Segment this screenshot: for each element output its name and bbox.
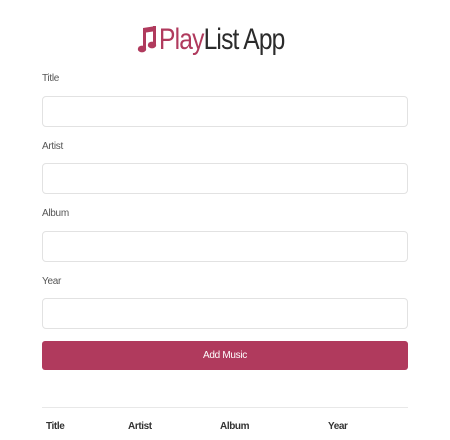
- artist-label: Artist: [42, 141, 63, 152]
- year-field-group: Year: [42, 275, 408, 329]
- app-header: PlayList App: [0, 16, 450, 64]
- add-music-button[interactable]: Add Music: [42, 341, 408, 370]
- app-title-list: List App: [204, 23, 286, 56]
- app-logo: PlayList App: [137, 25, 312, 55]
- year-label: Year: [42, 276, 62, 287]
- artist-field-group: Artist: [42, 140, 408, 194]
- title-field-group: Title: [42, 72, 408, 127]
- title-input[interactable]: [42, 96, 408, 127]
- album-label: Album: [42, 208, 69, 219]
- app-title-play: Play: [159, 23, 205, 56]
- title-label: Title: [42, 73, 60, 84]
- column-header-title[interactable]: Title: [46, 420, 65, 434]
- artist-input[interactable]: [42, 163, 408, 194]
- music-note-icon: [137, 25, 157, 55]
- playlist-table-header: Title Artist Album Year: [42, 420, 408, 434]
- app-title: PlayList App: [159, 25, 285, 55]
- column-header-album[interactable]: Album: [220, 420, 250, 434]
- table-divider: [42, 407, 408, 408]
- year-input[interactable]: [42, 298, 408, 329]
- album-field-group: Album: [42, 207, 408, 262]
- column-header-artist[interactable]: Artist: [128, 420, 152, 434]
- album-input[interactable]: [42, 231, 408, 262]
- column-header-year[interactable]: Year: [328, 420, 348, 434]
